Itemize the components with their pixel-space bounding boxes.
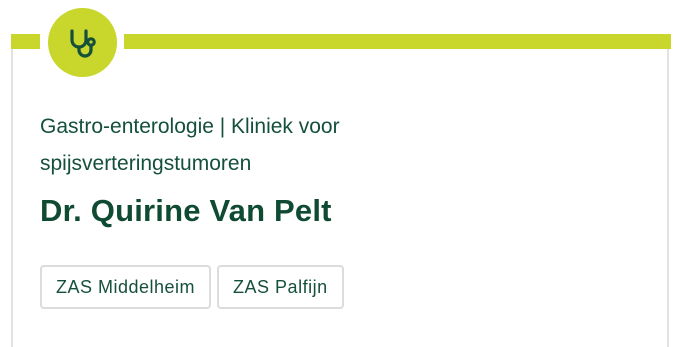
stethoscope-badge (48, 8, 117, 77)
stethoscope-icon (69, 28, 96, 58)
location-tags: ZAS Middelheim ZAS Palfijn (40, 265, 344, 309)
doctor-name[interactable]: Dr. Quirine Van Pelt (40, 193, 332, 229)
department-label: Gastro-enterologie | Kliniek voor spijsv… (40, 115, 340, 175)
location-tag-palfijn[interactable]: ZAS Palfijn (217, 265, 344, 309)
location-tag-middelheim[interactable]: ZAS Middelheim (40, 265, 212, 309)
